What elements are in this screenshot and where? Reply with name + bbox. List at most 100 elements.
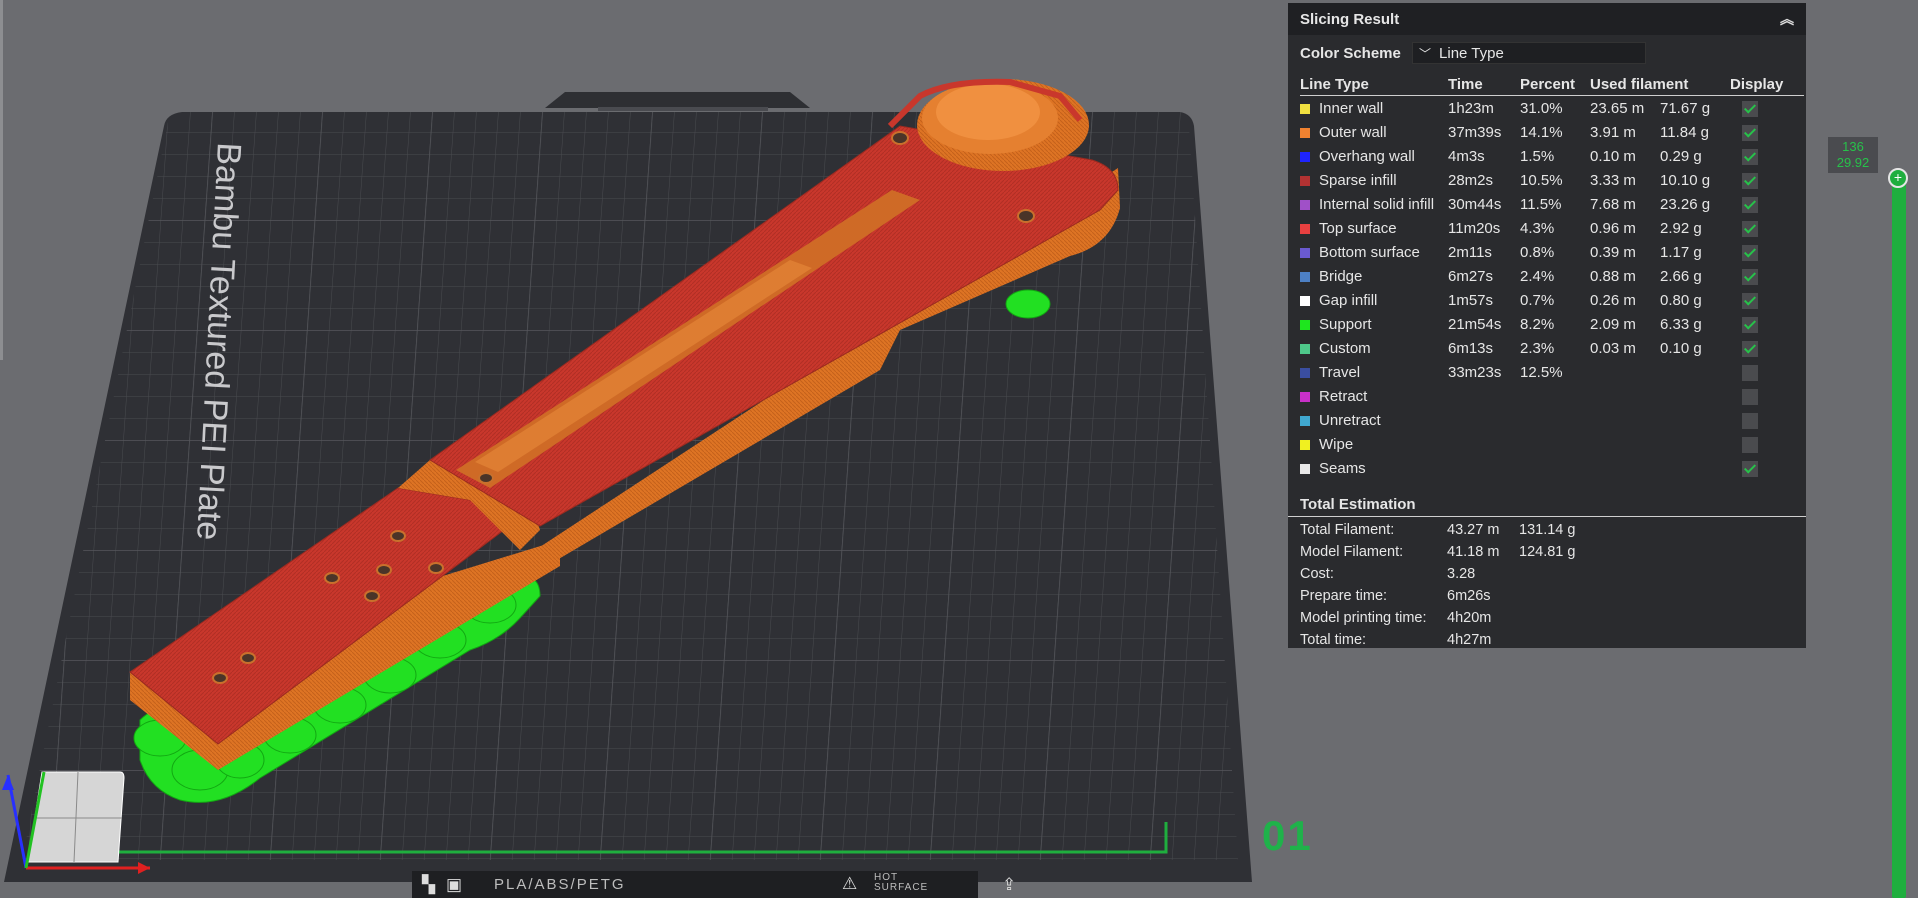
hot-surface-warning: HOT SURFACE [874, 872, 929, 893]
estimation-value: 41.18 m [1447, 544, 1500, 560]
line-type-weight: 0.29 g [1660, 147, 1702, 165]
line-type-name: Retract [1319, 387, 1368, 405]
estimation-value: 6m26s [1447, 588, 1491, 604]
filament-types: PLA/ABS/PETG [494, 876, 626, 893]
table-row: Overhang wall 4m3s 1.5% 0.10 m 0.29 g [1300, 144, 1804, 168]
line-type-time: 28m2s [1448, 171, 1494, 189]
line-type-swatch [1300, 415, 1310, 426]
display-checkbox[interactable] [1742, 244, 1758, 261]
line-type-weight: 6.33 g [1660, 315, 1702, 333]
line-type-time: 2m11s [1448, 243, 1492, 261]
display-checkbox[interactable] [1742, 340, 1758, 357]
line-type-time: 11m20s [1448, 219, 1501, 237]
line-type-percent: 0.7% [1520, 291, 1555, 309]
layer-slider-thumb[interactable]: + [1888, 168, 1908, 188]
display-checkbox[interactable] [1742, 148, 1758, 165]
layer-slider-track[interactable] [1892, 180, 1906, 898]
col-display: Display [1730, 73, 1804, 96]
display-checkbox[interactable] [1742, 196, 1758, 213]
line-type-swatch [1300, 199, 1310, 210]
line-type-time [1448, 408, 1520, 432]
line-type-weight [1660, 456, 1730, 480]
display-checkbox[interactable] [1742, 292, 1758, 309]
table-row: Bottom surface 2m11s 0.8% 0.39 m 1.17 g [1300, 240, 1804, 264]
col-time: Time [1448, 73, 1520, 96]
color-scheme-label: Color Scheme [1300, 44, 1401, 62]
line-type-swatch [1300, 271, 1310, 282]
color-scheme-value: Line Type [1439, 44, 1504, 62]
estimation-value: 3.28 [1447, 566, 1476, 582]
line-type-name: Gap infill [1319, 291, 1378, 309]
left-edge-scrollbar[interactable] [0, 0, 3, 360]
line-type-swatch [1300, 127, 1310, 138]
layer-slider[interactable]: + [1888, 168, 1910, 898]
line-type-length: 2.09 m [1590, 315, 1636, 333]
estimation-value: 43.27 m [1447, 522, 1500, 538]
display-checkbox[interactable] [1742, 412, 1758, 429]
layer-height-label: 136 29.92 [1828, 137, 1878, 173]
table-row: Outer wall 37m39s 14.1% 3.91 m 11.84 g [1300, 120, 1804, 144]
line-type-swatch [1300, 367, 1310, 378]
display-checkbox[interactable] [1742, 388, 1758, 405]
line-type-name: Top surface [1319, 219, 1397, 237]
line-type-weight: 0.80 g [1660, 291, 1702, 309]
table-row: Internal solid infill 30m44s 11.5% 7.68 m 23… [1300, 192, 1804, 216]
estimation-value-2: 131.14 g [1519, 522, 1576, 538]
plate-type-icon: ▣ [446, 875, 463, 894]
display-checkbox[interactable] [1742, 220, 1758, 237]
table-row: Sparse infill 28m2s 10.5% 3.33 m 10.10 g [1300, 168, 1804, 192]
line-type-percent: 2.4% [1520, 267, 1555, 285]
display-checkbox[interactable] [1742, 436, 1758, 453]
estimation-row: Total time: 4h27m [1288, 629, 1806, 651]
line-type-weight: 10.10 g [1660, 171, 1711, 189]
display-checkbox[interactable] [1742, 100, 1758, 117]
line-type-name: Internal solid infill [1319, 195, 1435, 213]
estimation-label: Model printing time: [1300, 610, 1427, 626]
color-scheme-select[interactable]: ﹀ Line Type [1412, 42, 1646, 64]
plate-bottom-bar: ▚ ▣ PLA/ABS/PETG ⚠ HOT SURFACE ⇪ [412, 871, 1016, 898]
display-checkbox[interactable] [1742, 460, 1758, 477]
filament-icon: ▚ [422, 875, 436, 894]
collapse-icon[interactable]: ︽ [1780, 9, 1794, 29]
line-type-weight: 2.66 g [1660, 267, 1702, 285]
line-type-length: 7.68 m [1590, 195, 1636, 213]
line-type-time: 33m23s [1448, 363, 1502, 381]
line-type-name: Outer wall [1319, 123, 1387, 141]
line-type-name: Support [1319, 315, 1372, 333]
line-type-length: 23.65 m [1590, 99, 1645, 117]
col-percent: Percent [1520, 73, 1590, 96]
line-type-time: 37m39s [1448, 123, 1502, 141]
estimation-value-2 [1519, 585, 1599, 607]
table-row: Top surface 11m20s 4.3% 0.96 m 2.92 g [1300, 216, 1804, 240]
line-type-percent: 0.8% [1520, 243, 1555, 261]
estimation-label: Model Filament: [1300, 544, 1404, 560]
layer-number: 136 [1842, 139, 1864, 154]
display-checkbox[interactable] [1742, 124, 1758, 141]
line-type-length: 0.10 m [1590, 147, 1636, 165]
table-row: Gap infill 1m57s 0.7% 0.26 m 0.80 g [1300, 288, 1804, 312]
line-type-weight [1660, 432, 1730, 456]
line-type-time: 6m27s [1448, 267, 1494, 285]
line-type-time [1448, 432, 1520, 456]
line-type-length: 0.26 m [1590, 291, 1636, 309]
plate-number[interactable]: 01 [1262, 812, 1313, 860]
line-type-percent: 10.5% [1520, 171, 1563, 189]
estimation-value-2 [1519, 563, 1599, 585]
line-type-length: 3.33 m [1590, 171, 1636, 189]
estimation-value: 4h20m [1447, 610, 1492, 626]
display-checkbox[interactable] [1742, 316, 1758, 333]
line-type-time: 6m13s [1448, 339, 1494, 357]
line-type-weight [1660, 408, 1730, 432]
line-type-name: Unretract [1319, 411, 1381, 429]
panel-header: Slicing Result ︽ [1288, 3, 1806, 35]
table-row: Seams [1300, 456, 1804, 480]
display-checkbox[interactable] [1742, 172, 1758, 189]
line-type-time [1448, 456, 1520, 480]
layer-height-value: 29.92 [1836, 155, 1870, 170]
line-type-length [1590, 456, 1660, 480]
display-checkbox[interactable] [1742, 364, 1758, 381]
upload-icon[interactable]: ⇪ [1002, 875, 1016, 895]
slicing-result-panel: Slicing Result ︽ Color Scheme ﹀ Line Typ… [1288, 3, 1806, 648]
line-type-length: 0.03 m [1590, 339, 1636, 357]
display-checkbox[interactable] [1742, 268, 1758, 285]
